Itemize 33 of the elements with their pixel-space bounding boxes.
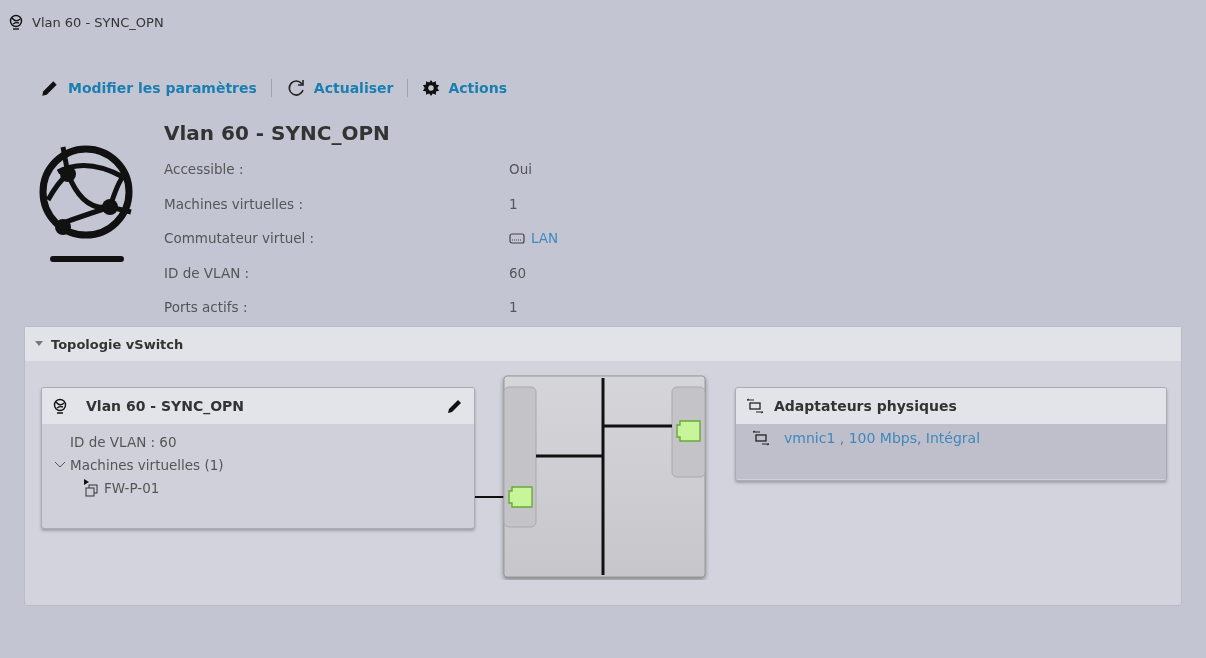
vm-name[interactable]: FW-P-01 — [104, 479, 160, 496]
network-icon — [52, 398, 68, 414]
tree-item[interactable]: Machines virtuelles (1) — [54, 453, 474, 476]
property-value: 1 — [509, 194, 519, 214]
property-value: 60 — [509, 263, 528, 283]
vlan-id: ID de VLAN : 60 — [70, 433, 177, 450]
adapters-title: Adaptateurs physiques — [774, 398, 957, 414]
section-header[interactable]: Topologie vSwitch — [25, 327, 1181, 361]
adapter-icon — [746, 398, 764, 414]
window-title: Vlan 60 - SYNC_OPN — [32, 14, 164, 30]
vm-icon — [84, 478, 100, 497]
pencil-icon — [40, 78, 60, 98]
toolbar-action[interactable]: Actions — [422, 79, 507, 97]
property-label: ID de VLAN : — [164, 263, 251, 283]
caret-icon — [35, 341, 43, 347]
property-label: Commutateur virtuel : — [164, 229, 316, 248]
settings-icon — [422, 79, 441, 97]
switch-link[interactable]: LAN — [531, 230, 559, 246]
switch-icon — [509, 232, 525, 244]
chevron-icon — [54, 460, 66, 469]
portgroup-name: Vlan 60 - SYNC_OPN — [86, 398, 246, 414]
portgroup-title: Vlan 60 - SYNC_OPN — [164, 120, 391, 147]
network-icon — [8, 14, 24, 30]
adapter-icon — [752, 430, 770, 446]
pencil-icon — [446, 397, 464, 415]
property-value: Oui — [509, 160, 533, 179]
property-label: Machines virtuelles : — [164, 194, 304, 214]
property-label: Accessible : — [164, 160, 245, 179]
property-label: Ports actifs : — [164, 298, 249, 317]
property-value: 1 — [509, 298, 519, 317]
toolbar-action[interactable]: Modifier les paramètres — [40, 78, 257, 98]
toolbar-action[interactable]: Actualiser — [285, 78, 394, 98]
adapter-link[interactable]: vmnic1 , 100 Mbps, Intégral — [784, 430, 981, 446]
